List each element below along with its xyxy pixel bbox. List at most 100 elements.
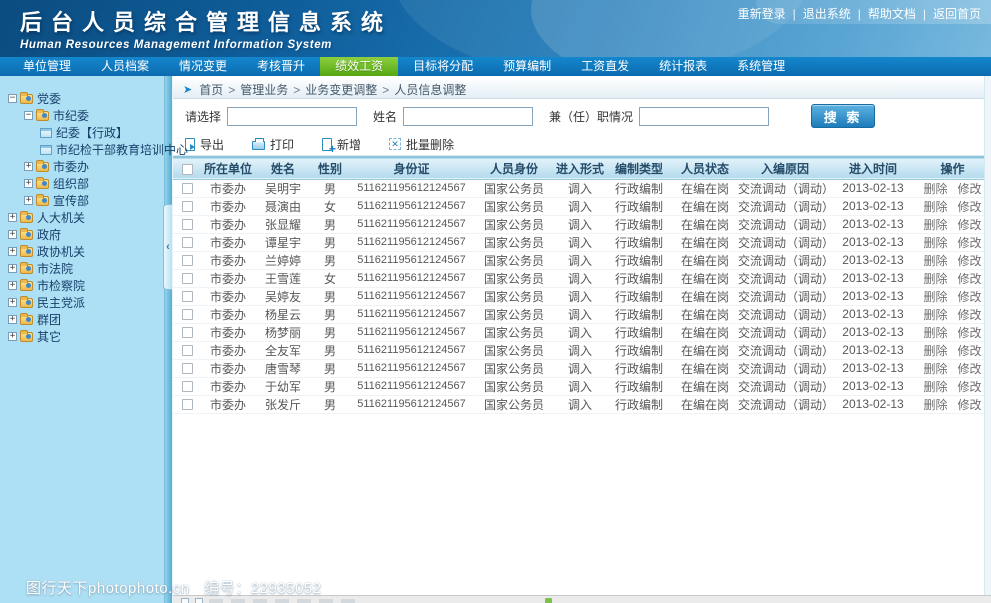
delete-link[interactable]: 删除	[923, 380, 947, 394]
toolbar-print-button[interactable]: 打印	[252, 136, 294, 153]
top-link[interactable]: 重新登录	[738, 5, 786, 22]
expand-toggle-icon[interactable]: +	[8, 230, 17, 239]
delete-link[interactable]: 删除	[923, 326, 947, 340]
delete-link[interactable]: 删除	[923, 200, 947, 214]
nav-item[interactable]: 系统管理	[722, 57, 800, 76]
row-checkbox[interactable]	[182, 273, 193, 284]
tree-item[interactable]: −党委	[8, 90, 172, 107]
delete-link[interactable]: 删除	[923, 290, 947, 304]
nav-item[interactable]: 工资直发	[566, 57, 644, 76]
toolbar-add-button[interactable]: 新增	[322, 136, 361, 153]
delete-link[interactable]: 删除	[923, 254, 947, 268]
concurrent-post-filter-input[interactable]	[639, 107, 769, 126]
select-all-checkbox[interactable]	[182, 164, 193, 175]
toolbar-export-button[interactable]: 导出	[185, 136, 224, 153]
edit-link[interactable]: 修改	[958, 254, 982, 268]
row-checkbox[interactable]	[182, 363, 193, 374]
breadcrumb-item[interactable]: 业务变更调整	[305, 83, 377, 97]
sidebar-collapse-handle[interactable]: ‹	[163, 204, 172, 290]
expand-toggle-icon[interactable]: +	[8, 332, 17, 341]
expand-toggle-icon[interactable]: +	[8, 247, 17, 256]
scrollbar-track[interactable]	[984, 76, 991, 595]
tree-item[interactable]: +组织部	[8, 175, 172, 192]
tree-item[interactable]: +市法院	[8, 260, 172, 277]
delete-link[interactable]: 删除	[923, 308, 947, 322]
pager-control[interactable]	[195, 598, 203, 603]
tree-item[interactable]: +市检察院	[8, 277, 172, 294]
search-button[interactable]: 搜 索	[811, 104, 875, 128]
nav-item[interactable]: 情况变更	[164, 57, 242, 76]
expand-toggle-icon[interactable]: +	[8, 264, 17, 273]
breadcrumb-item[interactable]: 首页	[199, 83, 223, 97]
expand-toggle-icon[interactable]: +	[24, 179, 33, 188]
row-checkbox[interactable]	[182, 219, 193, 230]
top-link[interactable]: 退出系统	[803, 5, 851, 22]
tree-item[interactable]: +民主党派	[8, 294, 172, 311]
delete-link[interactable]: 删除	[923, 272, 947, 286]
row-checkbox[interactable]	[182, 309, 193, 320]
nav-item[interactable]: 单位管理	[8, 57, 86, 76]
nav-item[interactable]: 目标将分配	[398, 57, 488, 76]
row-checkbox[interactable]	[182, 345, 193, 356]
row-actions-cell: 删除修改	[914, 287, 991, 305]
row-checkbox[interactable]	[182, 255, 193, 266]
breadcrumb-item[interactable]: 人员信息调整	[394, 83, 466, 97]
edit-link[interactable]: 修改	[958, 380, 982, 394]
edit-link[interactable]: 修改	[958, 218, 982, 232]
top-link[interactable]: 帮助文档	[868, 5, 916, 22]
edit-link[interactable]: 修改	[958, 398, 982, 412]
edit-link[interactable]: 修改	[958, 200, 982, 214]
delete-link[interactable]: 删除	[923, 236, 947, 250]
delete-link[interactable]: 删除	[923, 344, 947, 358]
edit-link[interactable]: 修改	[958, 326, 982, 340]
tree-item[interactable]: −市纪委	[8, 107, 172, 124]
tree-item[interactable]: 市纪检干部教育培训中心	[8, 141, 172, 158]
tree-item[interactable]: +人大机关	[8, 209, 172, 226]
tree-item[interactable]: +宣传部	[8, 192, 172, 209]
tree-item[interactable]: +其它	[8, 328, 172, 345]
breadcrumb-item[interactable]: 管理业务	[240, 83, 288, 97]
tree-item[interactable]: 纪委【行政】	[8, 124, 172, 141]
row-checkbox[interactable]	[182, 381, 193, 392]
nav-item[interactable]: 统计报表	[644, 57, 722, 76]
collapse-toggle-icon[interactable]: −	[8, 94, 17, 103]
row-checkbox[interactable]	[182, 183, 193, 194]
expand-toggle-icon[interactable]: +	[8, 281, 17, 290]
expand-toggle-icon[interactable]: +	[24, 162, 33, 171]
cell-name: 吴明宇	[255, 179, 311, 197]
delete-link[interactable]: 删除	[923, 218, 947, 232]
edit-link[interactable]: 修改	[958, 362, 982, 376]
delete-link[interactable]: 删除	[923, 398, 947, 412]
edit-link[interactable]: 修改	[958, 290, 982, 304]
nav-item[interactable]: 人员档案	[86, 57, 164, 76]
expand-toggle-icon[interactable]: +	[24, 196, 33, 205]
top-link[interactable]: 返回首页	[933, 5, 981, 22]
collapse-toggle-icon[interactable]: −	[24, 111, 33, 120]
edit-link[interactable]: 修改	[958, 272, 982, 286]
delete-link[interactable]: 删除	[923, 182, 947, 196]
nav-item[interactable]: 预算编制	[488, 57, 566, 76]
edit-link[interactable]: 修改	[958, 236, 982, 250]
expand-toggle-icon[interactable]: +	[8, 315, 17, 324]
nav-item[interactable]: 考核晋升	[242, 57, 320, 76]
row-checkbox[interactable]	[182, 291, 193, 302]
row-checkbox[interactable]	[182, 327, 193, 338]
expand-toggle-icon[interactable]: +	[8, 213, 17, 222]
nav-item-active[interactable]: 绩效工资	[320, 57, 398, 76]
edit-link[interactable]: 修改	[958, 308, 982, 322]
tree-item[interactable]: +群团	[8, 311, 172, 328]
tree-item[interactable]: +市委办	[8, 158, 172, 175]
edit-link[interactable]: 修改	[958, 344, 982, 358]
toolbar-batch-delete-button[interactable]: ✕批量删除	[389, 136, 454, 153]
expand-toggle-icon[interactable]: +	[8, 298, 17, 307]
tree-item[interactable]: +政府	[8, 226, 172, 243]
delete-link[interactable]: 删除	[923, 362, 947, 376]
edit-link[interactable]: 修改	[958, 182, 982, 196]
select-filter-input[interactable]	[227, 107, 357, 126]
pager-control[interactable]	[181, 598, 189, 603]
row-checkbox[interactable]	[182, 399, 193, 410]
row-checkbox[interactable]	[182, 201, 193, 212]
row-checkbox[interactable]	[182, 237, 193, 248]
name-filter-input[interactable]	[403, 107, 533, 126]
tree-item[interactable]: +政协机关	[8, 243, 172, 260]
